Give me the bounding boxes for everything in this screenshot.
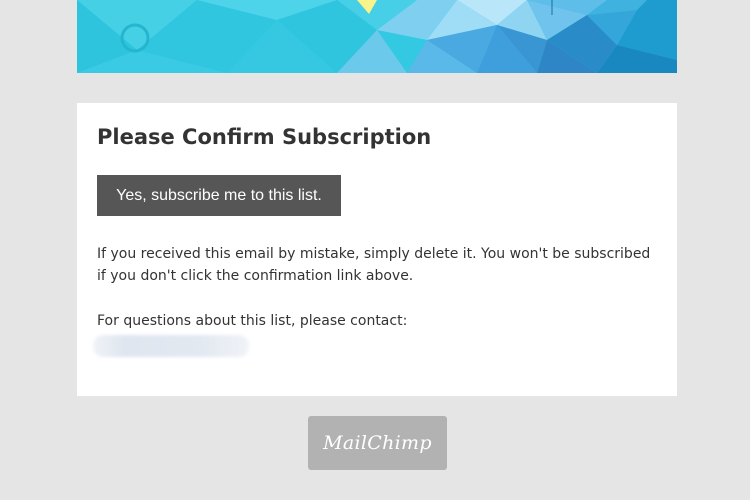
confirmation-card: Please Confirm Subscription Yes, subscri… — [77, 103, 677, 396]
confirm-subscription-button[interactable]: Yes, subscribe me to this list. — [97, 175, 341, 216]
mistake-notice-text: If you received this email by mistake, s… — [97, 246, 651, 284]
mailchimp-logo-link[interactable]: MailChimp — [308, 416, 447, 470]
contact-label: For questions about this list, please co… — [97, 313, 408, 329]
page-title: Please Confirm Subscription — [97, 125, 432, 149]
mailchimp-logo-text: MailChimp — [323, 432, 432, 454]
header-banner-image — [77, 0, 677, 73]
polygon-art-graphic — [77, 0, 677, 73]
contact-email-redacted[interactable] — [93, 335, 249, 357]
